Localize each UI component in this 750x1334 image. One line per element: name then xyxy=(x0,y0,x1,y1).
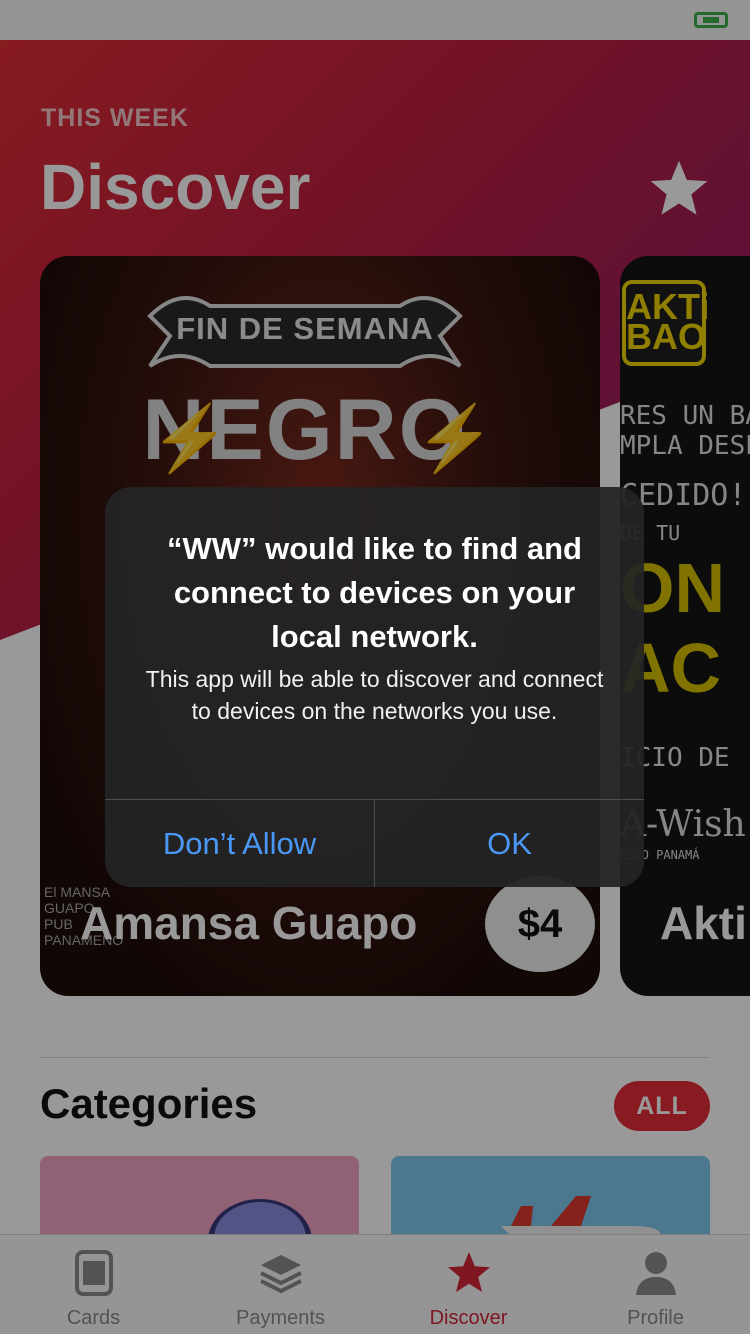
ok-button[interactable]: OK xyxy=(375,800,644,887)
dont-allow-button[interactable]: Don’t Allow xyxy=(105,800,374,887)
alert-message: This app will be able to discover and co… xyxy=(145,666,604,724)
local-network-permission-alert: “WW” would like to find and connect to d… xyxy=(105,487,644,887)
alert-title: “WW” would like to find and connect to d… xyxy=(166,531,582,654)
